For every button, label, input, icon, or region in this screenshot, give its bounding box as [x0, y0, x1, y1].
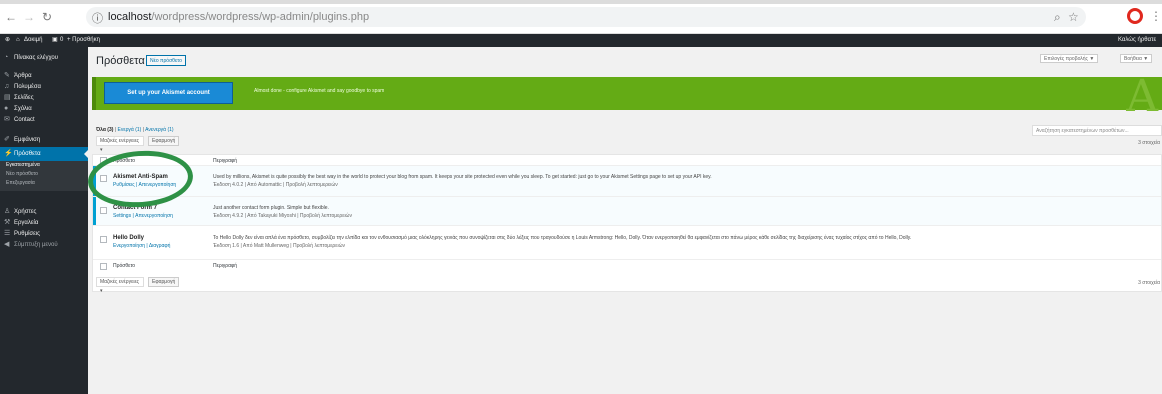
sidebar-item-contact[interactable]: ✉ Contact	[0, 113, 88, 127]
sidebar-item-dashboard[interactable]: ◔ Πίνακας ελέγχου	[0, 51, 88, 65]
plugin-description: Used by millions, Akismet is quite possi…	[213, 174, 712, 180]
sidebar-item-collapse[interactable]: ◀ Σύμπτυξη μενού	[0, 238, 88, 252]
browser-menu-icon[interactable]: ⋮	[1150, 9, 1162, 23]
akismet-activation-banner: Set up your Akismet account Almost done …	[92, 71, 1162, 122]
apply-button-bottom[interactable]: Εφαρμογή	[148, 277, 180, 287]
wp-logo-icon[interactable]: ⊕	[5, 34, 10, 47]
back-icon[interactable]: ←	[4, 10, 18, 24]
plugin-meta[interactable]: Έκδοση 4.9.2 | Από Takayuki Miyoshi | Πρ…	[213, 213, 352, 219]
browser-toolbar: ← → ↻ ⓘ localhost/wordpress/wordpress/wp…	[0, 0, 1162, 34]
filter-inactive[interactable]: Ανενεργά (1)	[145, 127, 173, 133]
collapse-icon: ◀	[4, 241, 10, 248]
table-row: Hello Dolly Ενεργοποίηση | Διαγραφή Το H…	[93, 226, 1161, 260]
plugin-description: Just another contact form plugin. Simple…	[213, 205, 329, 211]
plugin-name: Hello Dolly	[113, 235, 145, 241]
site-name[interactable]: Δοκιμή	[24, 34, 42, 47]
table-row: Akismet Anti-Spam Ρυθμίσεις | Απενεργοπο…	[93, 166, 1161, 197]
admin-sidebar: ◔ Πίνακας ελέγχου ✎ Άρθρα ♫ Πολυμέσα ▤ Σελίδ…	[0, 47, 88, 394]
select-all-checkbox-bottom[interactable]	[100, 263, 107, 270]
url-text: localhost/wordpress/wordpress/wp-admin/p…	[108, 11, 370, 23]
help-button[interactable]: Βοήθεια ▼	[1120, 54, 1153, 63]
brush-icon: ✐	[4, 136, 10, 143]
row-checkbox[interactable]	[100, 236, 107, 243]
comments-icon[interactable]: ▣	[52, 34, 58, 47]
plugin-meta[interactable]: Έκδοση 1.6 | Από Matt Mullenweg | Προβολ…	[213, 243, 345, 249]
comments-count[interactable]: 0	[60, 34, 63, 47]
zoom-icon[interactable]: ⌕	[1054, 10, 1061, 25]
address-bar[interactable]: ⓘ localhost/wordpress/wordpress/wp-admin…	[86, 7, 1086, 27]
opera-extension-icon[interactable]	[1127, 8, 1143, 24]
new-content-link[interactable]: + Προσθήκη	[67, 34, 100, 47]
bulk-actions-select-top[interactable]: Μαζικές ενέργειες ▾	[96, 136, 144, 153]
items-count-top: 3 στοιχεία	[1138, 140, 1160, 146]
plugin-icon: ⚡	[4, 150, 13, 157]
column-plugin-footer: Πρόσθετο	[113, 263, 136, 269]
add-new-plugin-button[interactable]: Νέο πρόσθετο	[146, 55, 186, 66]
table-header: Πρόσθετο Περιγραφή	[93, 155, 1161, 166]
plugin-meta[interactable]: Έκδοση 4.0.2 | Από Automattic | Προβολή …	[213, 182, 338, 188]
plugins-table: Πρόσθετο Περιγραφή Akismet Anti-Spam Ρυθ…	[92, 154, 1162, 292]
row-checkbox[interactable]	[100, 207, 107, 214]
plugin-search-input[interactable]: Αναζήτηση εγκατεστημένων προσθέτων...	[1032, 125, 1162, 136]
main-content: Πρόσθετα Νέο πρόσθετο Επιλογές προβολής …	[88, 47, 1162, 394]
plugin-actions[interactable]: Ενεργοποίηση | Διαγραφή	[113, 243, 170, 249]
account-greeting[interactable]: Καλώς ήρθατε	[1118, 34, 1156, 47]
tab-strip	[0, 0, 1162, 4]
admin-bar: ⊕ ⌂ Δοκιμή ▣ 0 + Προσθήκη Καλώς ήρθατε	[0, 34, 1162, 47]
submenu-editor[interactable]: Επεξεργασία	[0, 179, 88, 191]
mail-icon: ✉	[4, 116, 10, 123]
submenu-installed[interactable]: Εγκατεστημένα	[0, 161, 88, 170]
submenu-add-new[interactable]: Νέο πρόσθετο	[0, 170, 88, 179]
home-icon: ⌂	[16, 37, 20, 43]
table-footer: Πρόσθετο Περιγραφή	[93, 260, 1161, 272]
akismet-setup-button[interactable]: Set up your Akismet account	[104, 82, 233, 104]
bulk-actions-select-bottom[interactable]: Μαζικές ενέργειες ▾	[96, 277, 144, 294]
screen-options-button[interactable]: Επιλογές προβολής ▼	[1040, 54, 1099, 63]
bookmark-star-icon[interactable]: ☆	[1068, 10, 1079, 24]
plugin-status-filters: Όλα (3) | Ενεργά (1) | Ανενεργά (1)	[96, 127, 174, 133]
apply-button-top[interactable]: Εφαρμογή	[148, 136, 180, 146]
dashboard-icon: ◔	[4, 54, 9, 61]
reload-icon[interactable]: ↻	[40, 10, 54, 24]
plugin-actions[interactable]: Settings | Απενεργοποίηση	[113, 213, 173, 219]
akismet-logo: A	[1126, 71, 1158, 122]
filter-all[interactable]: Όλα (3)	[96, 127, 113, 133]
akismet-banner-text: Almost done - configure Akismet and say …	[254, 88, 385, 94]
table-row: Contact Form 7 Settings | Απενεργοποίηση…	[93, 197, 1161, 226]
sidebar-item-plugins[interactable]: ⚡ Πρόσθετα	[0, 147, 88, 161]
forward-icon[interactable]: →	[22, 10, 36, 24]
filter-active[interactable]: Ενεργά (1)	[118, 127, 142, 133]
column-description-footer: Περιγραφή	[213, 263, 238, 269]
sidebar-item-appearance[interactable]: ✐ Εμφάνιση	[0, 133, 88, 147]
items-count-bottom: 3 στοιχεία	[1138, 280, 1160, 286]
page-title: Πρόσθετα	[96, 55, 145, 67]
info-icon[interactable]: ⓘ	[92, 10, 103, 26]
column-description: Περιγραφή	[213, 158, 238, 164]
plugin-description: Το Hello Dolly δεν είναι απλά ένα πρόσθε…	[213, 235, 912, 241]
